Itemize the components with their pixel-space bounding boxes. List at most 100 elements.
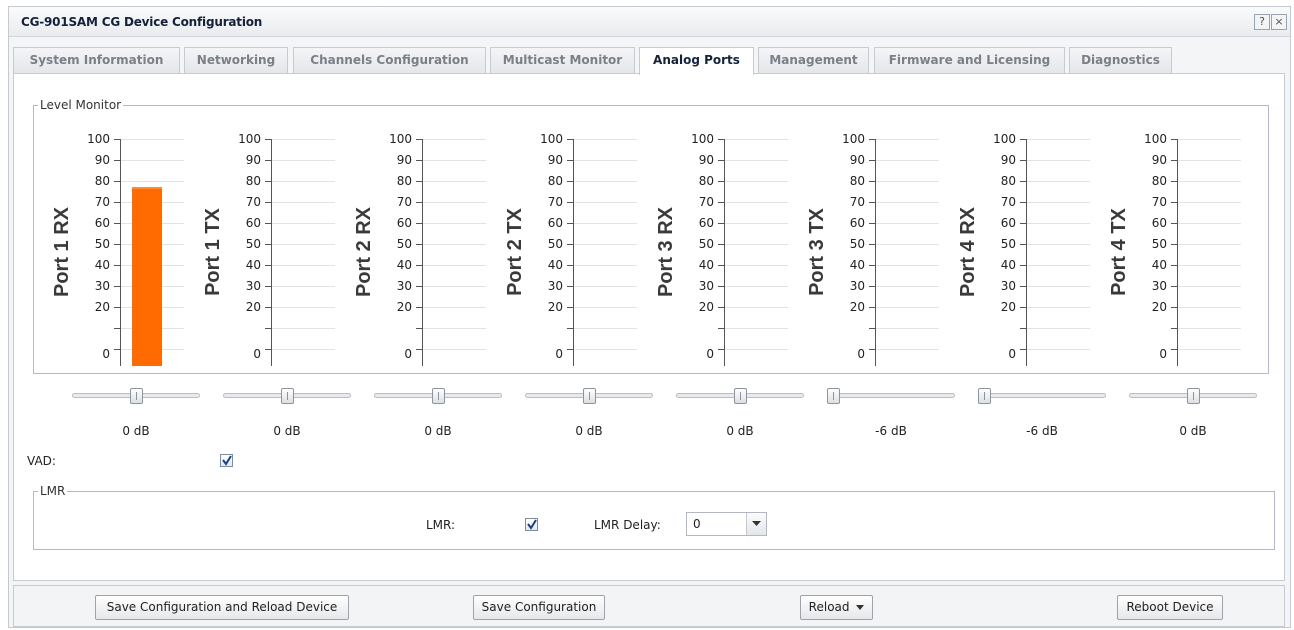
save-and-reload-button[interactable]: Save Configuration and Reload Device	[95, 595, 349, 620]
port-label: Port 4 RX	[957, 206, 979, 298]
tick-label: 100	[842, 132, 865, 146]
grid-line	[574, 223, 637, 224]
port-label: Port 2 TX	[504, 208, 526, 296]
vad-checkbox[interactable]	[220, 454, 233, 467]
grid-line	[1178, 307, 1241, 308]
tick-label: 60	[245, 216, 261, 230]
meter-axis	[422, 139, 423, 366]
tick-label: 90	[698, 153, 714, 167]
tick-label: 20	[94, 300, 110, 314]
lmr-delay-select[interactable]: 0	[686, 512, 767, 536]
vad-label: VAD:	[27, 454, 56, 468]
gain-slider[interactable]	[525, 388, 653, 404]
slider-thumb[interactable]	[130, 388, 143, 404]
tab-analog-ports[interactable]: Analog Ports	[639, 47, 754, 75]
grid-line	[1178, 349, 1241, 350]
grid-line	[272, 286, 335, 287]
grid-line	[1027, 265, 1090, 266]
slider-track[interactable]	[978, 393, 1106, 398]
grid-line	[876, 181, 939, 182]
gain-value: 0 dB	[273, 424, 301, 438]
grid-line	[876, 160, 939, 161]
grid-line	[574, 286, 637, 287]
level-meter: Port 4 TX 100 90 80 70 60 50 40 30 20 0	[1091, 132, 1242, 378]
lmr-checkbox[interactable]	[525, 518, 538, 531]
tick-label: 70	[1000, 195, 1016, 209]
tick-label: 50	[94, 237, 110, 251]
tick-label: 90	[1151, 153, 1167, 167]
grid-line	[423, 286, 486, 287]
gain-slider[interactable]	[1129, 388, 1257, 404]
gain-value: 0 dB	[122, 424, 150, 438]
tick-label: 20	[396, 300, 412, 314]
reboot-device-button[interactable]: Reboot Device	[1117, 595, 1223, 620]
tick-label: 40	[1000, 258, 1016, 272]
grid-line	[1027, 244, 1090, 245]
grid-line	[574, 202, 637, 203]
level-bar	[132, 186, 162, 366]
level-meter: Port 2 RX 100 90 80 70 60 50 40 30 20 0	[336, 132, 487, 378]
grid-line	[423, 349, 486, 350]
tick-label: 70	[94, 195, 110, 209]
tab-networking[interactable]: Networking	[184, 47, 288, 73]
slider-thumb[interactable]	[734, 388, 747, 404]
slider-track[interactable]	[827, 393, 955, 398]
footer-toolbar: Save Configuration and Reload Device Sav…	[13, 585, 1285, 627]
tab-diagnostics[interactable]: Diagnostics	[1069, 47, 1172, 73]
tick-label: 60	[547, 216, 563, 230]
tick-label: 50	[396, 237, 412, 251]
tab-channels-configuration[interactable]: Channels Configuration	[293, 47, 486, 73]
analog-ports-panel: Level Monitor Port 1 RX 100 90 80 70 60 50 40 30…	[13, 73, 1285, 581]
gain-slider[interactable]	[676, 388, 804, 404]
tab-management[interactable]: Management	[758, 47, 869, 73]
slider-thumb[interactable]	[1187, 388, 1200, 404]
grid-line	[423, 265, 486, 266]
tab-multicast-monitor[interactable]: Multicast Monitor	[490, 47, 635, 73]
tick-label: 70	[396, 195, 412, 209]
tick-label: 20	[698, 300, 714, 314]
gain-slider[interactable]	[827, 388, 955, 404]
lmr-group: LMR LMR: LMR Delay: 0	[33, 484, 1275, 550]
grid-line	[423, 223, 486, 224]
save-configuration-button[interactable]: Save Configuration	[473, 595, 605, 620]
chevron-down-icon[interactable]	[746, 513, 766, 535]
grid-line	[272, 202, 335, 203]
slider-thumb[interactable]	[827, 388, 840, 404]
slider-thumb[interactable]	[432, 388, 445, 404]
tick-label: 40	[396, 258, 412, 272]
gain-slider[interactable]	[978, 388, 1106, 404]
caret-down-icon	[856, 604, 865, 610]
close-icon[interactable]: ×	[1271, 14, 1287, 30]
slider-thumb[interactable]	[281, 388, 294, 404]
port-label: Port 4 TX	[1108, 208, 1130, 296]
tab-firmware-and-licensing[interactable]: Firmware and Licensing	[874, 47, 1065, 73]
level-meter: Port 1 TX 100 90 80 70 60 50 40 30 20 0	[185, 132, 336, 378]
slider-thumb[interactable]	[978, 388, 991, 404]
tick-label: 100	[1144, 132, 1167, 146]
reload-button[interactable]: Reload	[800, 595, 873, 620]
gain-slider[interactable]	[374, 388, 502, 404]
grid-line	[1027, 139, 1090, 140]
grid-line	[1178, 160, 1241, 161]
slider-thumb[interactable]	[583, 388, 596, 404]
tick-label: 80	[396, 174, 412, 188]
tick-label: 40	[94, 258, 110, 272]
tick-label: 30	[547, 279, 563, 293]
gain-slider[interactable]	[223, 388, 351, 404]
grid-line	[574, 349, 637, 350]
gain-slider[interactable]	[72, 388, 200, 404]
tick-label: 50	[698, 237, 714, 251]
tick-label: 50	[849, 237, 865, 251]
tick-label: 50	[1151, 237, 1167, 251]
level-meter: Port 4 RX 100 90 80 70 60 50 40 30 20 0	[940, 132, 1091, 378]
grid-line	[423, 181, 486, 182]
grid-line	[876, 286, 939, 287]
tick-label: 60	[849, 216, 865, 230]
grid-line	[1178, 139, 1241, 140]
tick-label: 20	[1151, 300, 1167, 314]
tick-label: 0	[1008, 347, 1016, 361]
tab-system-information[interactable]: System Information	[13, 47, 180, 73]
help-icon[interactable]: ?	[1254, 14, 1270, 30]
tick-label: 60	[396, 216, 412, 230]
tick-label: 40	[849, 258, 865, 272]
